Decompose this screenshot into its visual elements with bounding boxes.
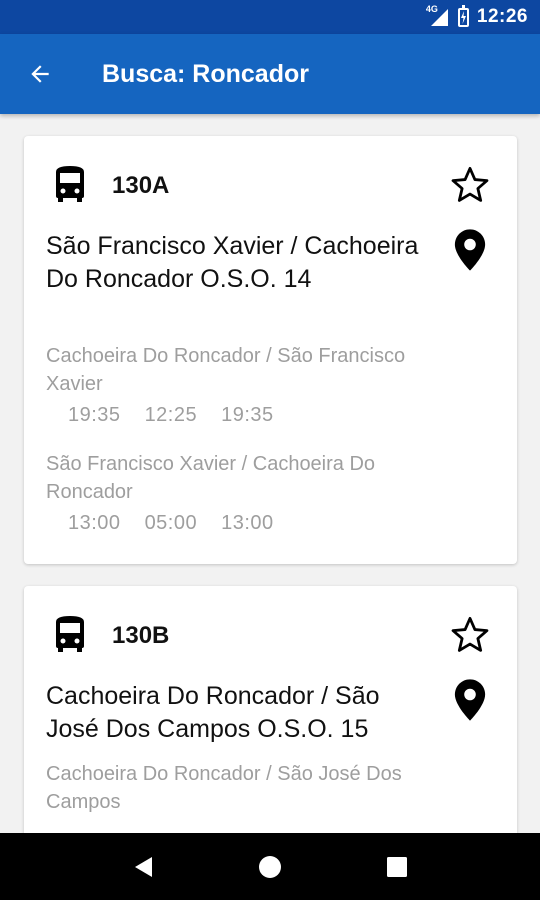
direction-name: Cachoeira Do Roncador / São José Dos Cam… [46,763,402,813]
arrow-back-icon [31,65,49,83]
direction-name: São Francisco Xavier / Cachoeira Do Ronc… [46,453,376,503]
map-pin-icon[interactable] [453,678,487,722]
direction-block: Cachoeira Do Roncador / São Francisco Xa… [46,342,446,427]
page-title: Busca: Roncador [102,59,309,88]
signal-icon: 4G [425,4,450,27]
departure-time: 12:25 [144,404,198,426]
nav-back-button[interactable] [118,842,168,892]
status-bar: 4G 12:26 [0,0,540,34]
home-circle-icon [258,855,281,878]
route-name: Cachoeira Do Roncador / São José Dos Cam… [46,682,380,743]
favorite-star-icon[interactable] [449,614,491,656]
results-list[interactable]: 130A São Francisco Xavier / Cachoeira Do… [0,114,540,833]
departure-time: 05:00 [144,512,198,534]
map-pin-icon[interactable] [453,228,487,272]
network-type: 4G [425,4,438,14]
times-row: 13:00 05:00 13:00 [46,512,446,535]
bus-icon [56,616,84,652]
bus-icon [56,166,84,202]
back-triangle-icon [135,856,153,877]
route-card[interactable]: 130A São Francisco Xavier / Cachoeira Do… [24,136,517,564]
route-code: 130A [112,172,170,199]
nav-home-button[interactable] [245,842,295,892]
departure-time: 13:00 [68,512,121,534]
nav-recents-button[interactable] [372,842,422,892]
direction-name: Cachoeira Do Roncador / São Francisco Xa… [46,345,406,395]
favorite-star-icon[interactable] [449,164,491,206]
battery-icon [457,4,469,27]
back-button[interactable] [0,34,80,114]
recents-square-icon [386,856,407,877]
route-name: São Francisco Xavier / Cachoeira Do Ronc… [46,232,419,293]
route-card[interactable]: 130B Cachoeira Do Roncador / São José Do… [24,586,517,833]
direction-block: São Francisco Xavier / Cachoeira Do Ronc… [46,450,446,535]
direction-block: Cachoeira Do Roncador / São José Dos Cam… [46,760,446,816]
departure-time: 13:00 [221,512,274,534]
app-bar: Busca: Roncador [0,34,540,114]
departure-time: 19:35 [221,404,274,426]
times-row: 19:35 12:25 19:35 [46,404,446,427]
status-time: 12:26 [476,6,528,27]
system-nav-bar [0,833,540,900]
route-code: 130B [112,622,170,649]
departure-time: 19:35 [68,404,121,426]
